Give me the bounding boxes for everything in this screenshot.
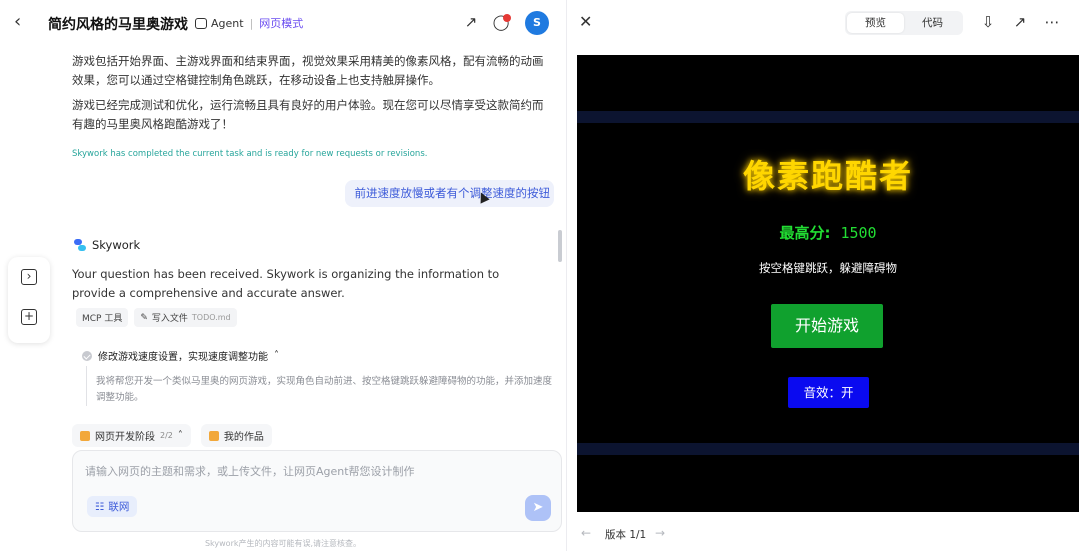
file-edit-icon: ✎ [140,312,148,323]
collapse-panel-icon[interactable]: › [21,269,37,285]
share-icon[interactable]: ↗ [462,13,480,31]
version-nav: ← 版本 1/1 → [567,524,1079,546]
mode-label: 网页模式 [259,17,304,30]
chip-write-file[interactable]: ✎ 写入文件 TODO.md [134,308,237,327]
tab-code[interactable]: 代码 [904,13,961,33]
download-icon[interactable]: ⇩ [979,13,997,31]
stage-tags: 网页开发阶段 2/2 ˄ 我的作品 [72,424,272,447]
globe-icon: ☷ [95,500,105,513]
assistant-paragraph: 游戏包括开始界面、主游戏界面和结束界面，视觉效果采用精美的像素风格，配有流畅的动… [72,54,544,87]
skywork-logo-icon [74,239,86,251]
high-score-label: 最高分: [779,224,831,242]
chip-label: MCP 工具 [82,314,123,324]
add-icon[interactable]: + [21,309,37,325]
task-description: 我将帮您开发一个类似马里奥的网页游戏，实现角色自动前进、按空格键跳跃躲避障碍物的… [96,376,553,403]
tab-preview[interactable]: 预览 [847,13,904,33]
preview-panel: ✕ 预览 代码 ⇩ ↗ ⋯ 像素跑酷者 最高分: 1500 按空格键跳跃，躲避障碍… [567,0,1079,551]
tag-my-works[interactable]: 我的作品 [200,424,272,447]
composer[interactable]: 请输入网页的主题和需求，或上传文件，让网页Agent帮您设计制作 ☷ 联网 ➤ [72,450,562,532]
assistant-paragraph: 游戏已经完成测试和优化，运行流畅且具有良好的用户体验。现在您可以尽情享受这款简约… [72,98,544,131]
game-title: 像素跑酷者 [742,157,913,195]
high-score: 最高分: 1500 [577,222,1079,243]
arrow-right-icon[interactable]: → [655,526,665,540]
game-hint: 按空格键跳跃，躲避障碍物 [759,261,897,275]
avatar[interactable]: S [525,11,549,35]
more-icon[interactable]: ⋯ [1043,13,1061,31]
tag-label: 我的作品 [223,432,264,443]
separator: | [249,16,254,30]
tag-label: 网页开发阶段 [95,432,155,443]
notification-badge [503,14,511,22]
start-game-button[interactable]: 开始游戏 [771,304,883,348]
robot-icon [195,17,207,29]
game-preview[interactable]: 像素跑酷者 最高分: 1500 按空格键跳跃，躲避障碍物 开始游戏 音效：开 [577,55,1079,512]
chip-label: 写入文件 [151,314,188,324]
chat-panel: ‹ 简约风格的马里奥游戏 Agent | 网页模式 ↗ ◯ S 游戏包括开始界面… [0,0,566,551]
page-title: 简约风格的马里奥游戏 [48,17,188,33]
external-link-icon[interactable]: ↗ [1011,13,1029,31]
task-connector [86,366,87,406]
arrow-left-icon[interactable]: ← [581,526,591,540]
chat-header: ‹ 简约风格的马里奥游戏 Agent | 网页模式 ↗ ◯ S [0,0,566,46]
tag-web-dev-stage[interactable]: 网页开发阶段 2/2 ˄ [72,424,191,447]
chevron-up-icon: ˄ [274,350,279,361]
sound-toggle-button[interactable]: 音效：开 [788,377,869,408]
assistant-name: Skywork [92,238,141,252]
decor-band [577,111,1079,123]
scrollbar[interactable] [558,230,562,262]
tag-count: 2/2 [160,431,173,440]
stage-icon [80,430,90,441]
composer-placeholder[interactable]: 请输入网页的主题和需求，或上传文件，让网页Agent帮您设计制作 [85,463,415,479]
agent-mode-indicator: Agent | 网页模式 [195,15,303,31]
close-icon[interactable]: ✕ [579,12,592,31]
task-item[interactable]: 修改游戏速度设置，实现速度调整功能 ˄ [82,348,279,363]
tool-chips: MCP 工具 ✎ 写入文件 TODO.md [76,308,237,327]
user-message: 前进速度放慢或者有个调整速度的按钮 [344,180,554,207]
chevron-left-icon[interactable]: ‹ [14,12,34,32]
side-toolbar: › + [8,257,50,343]
assistant-reply: Your question has been received. Skywork… [72,267,500,300]
works-icon [208,430,219,441]
web-search-button[interactable]: ☷ 联网 [87,496,138,517]
chevron-up-icon: ˄ [177,430,183,441]
decor-band [577,443,1079,455]
high-score-value: 1500 [840,224,877,242]
view-toggle: 预览 代码 [845,11,963,35]
check-circle-icon [82,350,92,361]
web-search-label: 联网 [108,501,130,513]
task-complete-notice: Skywork has completed the current task a… [72,149,428,159]
preview-header: ✕ 预览 代码 ⇩ ↗ ⋯ [567,0,1079,46]
chip-mcp-tool[interactable]: MCP 工具 [76,308,129,327]
task-title: 修改游戏速度设置，实现速度调整功能 [98,352,268,363]
version-label: 版本 1/1 [605,529,647,541]
disclaimer: Skywork产生的内容可能有误,请注意核查。 [204,539,362,548]
agent-label: Agent [211,16,244,30]
chip-filename: TODO.md [191,313,231,322]
assistant-header: Skywork [74,238,140,252]
send-icon[interactable]: ➤ [525,495,551,521]
